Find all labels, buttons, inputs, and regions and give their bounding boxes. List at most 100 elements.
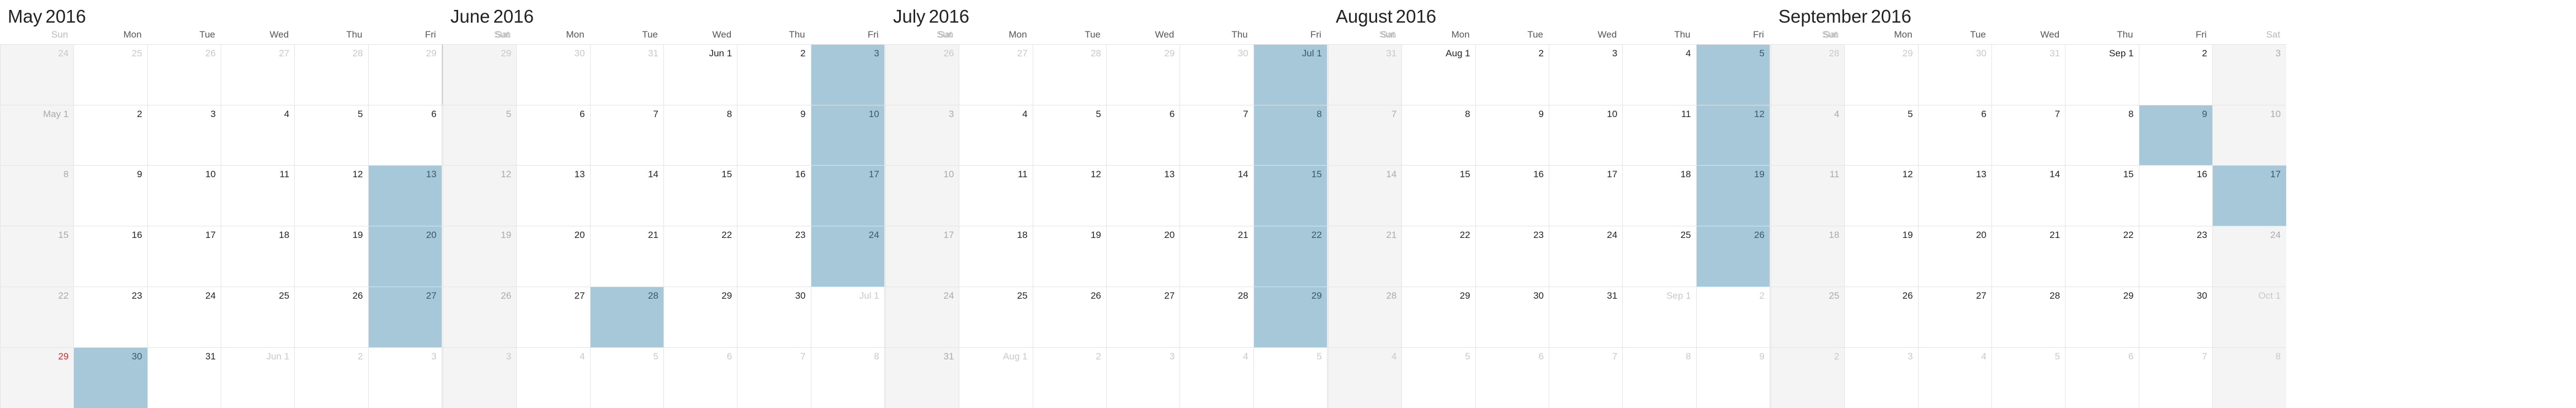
day-cell[interactable]: 20 <box>516 226 590 287</box>
day-cell[interactable]: 21 <box>1180 226 1254 287</box>
day-cell[interactable]: Aug 1 <box>1401 44 1475 105</box>
day-cell[interactable]: 28 <box>294 44 368 105</box>
day-cell[interactable]: 12 <box>294 165 368 226</box>
day-cell[interactable]: 31 <box>1549 287 1623 348</box>
day-cell[interactable]: 30 <box>2139 287 2213 348</box>
day-cell[interactable]: 17 <box>1549 165 1623 226</box>
day-cell-selected[interactable]: 29 <box>1254 287 1327 348</box>
day-cell[interactable]: 16 <box>73 226 147 287</box>
day-cell[interactable]: 28 <box>1033 44 1107 105</box>
day-cell[interactable]: 5 <box>443 105 517 166</box>
day-cell[interactable]: 16 <box>737 165 811 226</box>
day-cell[interactable]: 26 <box>1844 287 1918 348</box>
day-cell-selected[interactable]: 17 <box>2212 165 2286 226</box>
day-cell[interactable]: 4 <box>959 105 1033 166</box>
day-cell[interactable]: 30 <box>1180 44 1254 105</box>
day-cell[interactable]: 14 <box>1991 165 2065 226</box>
day-cell[interactable]: 3 <box>885 105 959 166</box>
day-cell[interactable]: 29 <box>1401 287 1475 348</box>
day-cell[interactable]: 10 <box>1549 105 1623 166</box>
day-cell[interactable]: 22 <box>1401 226 1475 287</box>
day-cell[interactable]: 13 <box>1106 165 1180 226</box>
day-cell[interactable]: 2 <box>2139 44 2213 105</box>
day-cell[interactable]: 5 <box>1844 105 1918 166</box>
day-cell[interactable]: 31 <box>1991 44 2065 105</box>
day-cell[interactable]: 11 <box>1622 105 1696 166</box>
day-cell[interactable]: 19 <box>1844 226 1918 287</box>
day-cell[interactable]: 30 <box>516 44 590 105</box>
day-cell[interactable]: 5 <box>294 105 368 166</box>
day-cell[interactable]: 2 <box>1771 347 1845 408</box>
day-cell[interactable]: 8 <box>1622 347 1696 408</box>
day-cell[interactable]: 4 <box>516 347 590 408</box>
day-cell[interactable]: Jun 1 <box>221 347 295 408</box>
day-cell[interactable]: 21 <box>1328 226 1402 287</box>
day-cell[interactable]: 6 <box>1106 105 1180 166</box>
day-cell[interactable]: 8 <box>1401 105 1475 166</box>
day-cell[interactable]: 17 <box>147 226 221 287</box>
day-cell[interactable]: 4 <box>1771 105 1845 166</box>
day-cell-selected[interactable]: 9 <box>2139 105 2213 166</box>
day-cell[interactable]: 6 <box>663 347 737 408</box>
day-cell[interactable]: 12 <box>443 165 517 226</box>
day-cell[interactable]: 29 <box>1106 44 1180 105</box>
day-cell[interactable]: 7 <box>1180 105 1254 166</box>
day-cell[interactable]: Sep 1 <box>2065 44 2139 105</box>
day-cell[interactable]: 27 <box>1106 287 1180 348</box>
day-cell[interactable]: 24 <box>1549 226 1623 287</box>
day-cell[interactable]: 7 <box>2139 347 2213 408</box>
day-cell[interactable]: 12 <box>1844 165 1918 226</box>
day-cell-selected[interactable]: 10 <box>811 105 885 166</box>
day-cell[interactable]: 3 <box>1549 44 1623 105</box>
day-cell[interactable]: 10 <box>885 165 959 226</box>
day-cell[interactable]: 5 <box>1254 347 1327 408</box>
day-cell[interactable]: 31 <box>147 347 221 408</box>
day-cell[interactable]: Sep 1 <box>1622 287 1696 348</box>
day-cell[interactable]: 5 <box>1033 105 1107 166</box>
day-cell-selected[interactable]: 8 <box>1254 105 1327 166</box>
day-cell[interactable]: 11 <box>1771 165 1845 226</box>
day-cell[interactable]: 3 <box>1106 347 1180 408</box>
day-cell[interactable]: 4 <box>1328 347 1402 408</box>
day-cell[interactable]: May 1 <box>0 105 74 166</box>
day-cell[interactable]: 9 <box>1696 347 1770 408</box>
day-cell[interactable]: 17 <box>885 226 959 287</box>
day-cell[interactable]: 23 <box>737 226 811 287</box>
day-cell[interactable]: 30 <box>737 287 811 348</box>
day-cell[interactable]: 30 <box>1918 44 1992 105</box>
day-cell[interactable]: 20 <box>1106 226 1180 287</box>
day-cell[interactable]: 16 <box>2139 165 2213 226</box>
day-cell[interactable]: 18 <box>1622 165 1696 226</box>
day-cell[interactable]: 2 <box>737 44 811 105</box>
day-cell[interactable]: 14 <box>1180 165 1254 226</box>
day-cell[interactable]: 23 <box>1475 226 1549 287</box>
day-cell[interactable]: 25 <box>1622 226 1696 287</box>
day-cell[interactable]: 31 <box>1328 44 1402 105</box>
day-cell-selected[interactable]: 24 <box>811 226 885 287</box>
day-cell[interactable]: 6 <box>1918 105 1992 166</box>
day-cell[interactable]: 14 <box>590 165 664 226</box>
day-cell-selected[interactable]: 20 <box>368 226 442 287</box>
day-cell[interactable]: 3 <box>443 347 517 408</box>
day-cell-selected[interactable]: 12 <box>1696 105 1770 166</box>
day-cell[interactable]: 29 <box>443 44 517 105</box>
day-cell[interactable]: 20 <box>1918 226 1992 287</box>
day-cell[interactable]: 22 <box>663 226 737 287</box>
day-cell-selected[interactable]: 28 <box>590 287 664 348</box>
day-cell[interactable]: 5 <box>1991 347 2065 408</box>
day-cell-selected[interactable]: 30 <box>73 347 147 408</box>
day-cell[interactable]: 7 <box>590 105 664 166</box>
day-cell[interactable]: 27 <box>516 287 590 348</box>
day-cell[interactable]: 7 <box>737 347 811 408</box>
day-cell[interactable]: 15 <box>2065 165 2139 226</box>
day-cell[interactable]: 2 <box>1475 44 1549 105</box>
day-cell-selected[interactable]: 15 <box>1254 165 1327 226</box>
day-cell[interactable]: 19 <box>1033 226 1107 287</box>
day-cell[interactable]: 23 <box>2139 226 2213 287</box>
day-cell[interactable]: 7 <box>1328 105 1402 166</box>
day-cell[interactable]: 15 <box>0 226 74 287</box>
day-cell-selected[interactable]: Jul 1 <box>1254 44 1327 105</box>
day-cell[interactable]: 4 <box>1918 347 1992 408</box>
day-cell[interactable]: 4 <box>1180 347 1254 408</box>
day-cell[interactable]: 13 <box>516 165 590 226</box>
